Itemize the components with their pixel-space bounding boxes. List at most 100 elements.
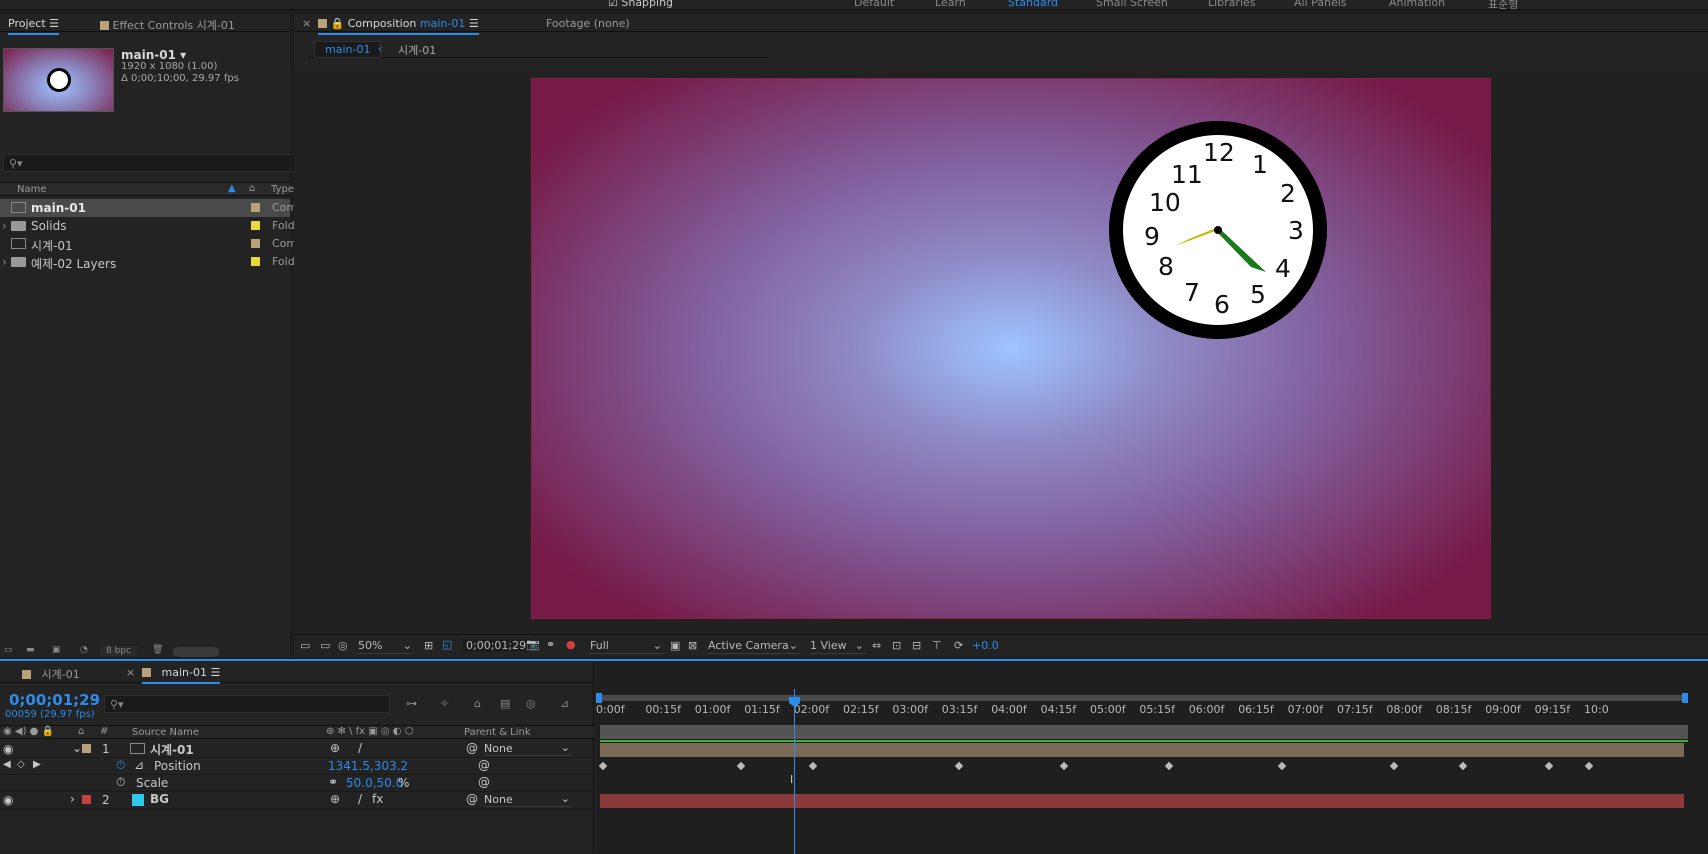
thumbnail-size-slider[interactable] — [173, 647, 219, 657]
composition-canvas[interactable]: 12 1 2 3 4 5 6 7 8 9 10 11 — [531, 78, 1491, 619]
visibility-eye-icon[interactable]: ◉ — [3, 742, 13, 756]
workspace-standard[interactable]: Standard — [1008, 0, 1058, 9]
bit-depth-button[interactable]: 8 bpc — [100, 646, 137, 656]
layer-name[interactable]: BG — [150, 792, 169, 806]
always-preview-icon[interactable]: ▭ — [300, 639, 310, 652]
fit-icon[interactable]: ⊞ — [424, 639, 433, 652]
timeline-current-time[interactable]: 0;00;01;29 — [9, 691, 100, 709]
graph-editor-icon[interactable]: ⊿ — [560, 697, 569, 710]
exposure-value[interactable]: +0.0 — [972, 639, 999, 652]
mask-visibility-icon[interactable]: ◎ — [338, 639, 348, 652]
effects-fx-icon[interactable]: fx — [372, 792, 383, 806]
layer-row-2[interactable]: ◉ › 2 BG ⊕ / fx @ None ⌄ — [0, 792, 594, 809]
workspace-small-screen[interactable]: Small Screen — [1096, 0, 1168, 9]
constrain-proportions-icon[interactable]: ⚭ — [328, 775, 338, 789]
keyframe[interactable] — [1164, 761, 1174, 771]
transparency-grid-icon[interactable]: ◱ — [442, 638, 452, 651]
next-keyframe-icon[interactable]: ▶ — [33, 759, 41, 770]
expand-arrow-icon[interactable]: › — [2, 255, 7, 269]
stopwatch-icon[interactable]: ⏱ — [116, 758, 125, 773]
project-item-solids[interactable]: › Solids Fold — [0, 217, 294, 235]
composition-viewer[interactable]: 12 1 2 3 4 5 6 7 8 9 10 11 — [294, 66, 1708, 634]
layer-bar-2[interactable] — [600, 794, 1684, 808]
label-color-swatch[interactable] — [251, 257, 260, 266]
pickwhip-icon[interactable]: @ — [478, 775, 490, 789]
panel-menu-icon[interactable]: ☰ — [49, 17, 59, 30]
frame-blending-icon[interactable]: ▤ — [500, 697, 510, 710]
close-tab-icon[interactable]: × — [126, 666, 135, 679]
close-tab-icon[interactable]: × — [302, 17, 311, 30]
panel-menu-icon[interactable]: ☰ — [210, 666, 220, 679]
show-snapshot-icon[interactable]: ⚭ — [546, 638, 555, 651]
motion-blur-icon[interactable]: ◎ — [526, 697, 536, 710]
prev-keyframe-icon[interactable]: ◀ — [3, 759, 11, 770]
project-search-input[interactable]: ⚲▾ — [3, 154, 309, 172]
zoom-dropdown[interactable]: 50% ⌄ — [358, 639, 414, 654]
current-time-indicator[interactable] — [794, 689, 795, 854]
reset-exposure-icon[interactable]: ⟳ — [954, 639, 963, 652]
tab-timeline-main-01[interactable]: main-01 ☰ — [142, 666, 221, 684]
time-ruler[interactable]: 0:00f 00:15f 01:00f 01:15f 02:00f 02:15f 03:00… — [596, 661, 1708, 721]
pickwhip-icon[interactable]: @ — [466, 792, 478, 806]
snapping-checkbox[interactable]: ☑ Snapping — [608, 0, 673, 9]
sort-ascending-icon[interactable]: ▲ — [228, 183, 236, 194]
pickwhip-icon[interactable]: @ — [466, 741, 478, 755]
column-source-name[interactable]: Source Name — [132, 727, 199, 738]
column-parent-link[interactable]: Parent & Link — [464, 727, 531, 738]
label-color-swatch[interactable] — [251, 203, 260, 212]
property-row-position[interactable]: ◀ ◇ ▶ ⏱ ⊿ Position 1341.5,303.2 @ — [0, 758, 594, 775]
layer-row-1[interactable]: ◉ ⌄ 1 시계-01 ⊕ / @ None ⌄ — [0, 741, 594, 758]
property-row-scale[interactable]: ⏱ Scale ⚭ 50.0,50.0 % @ — [0, 775, 594, 792]
layer-name[interactable]: 시계-01 — [150, 741, 194, 758]
selected-item-name[interactable]: main-01 ▾ — [121, 48, 186, 62]
keyframe[interactable] — [1059, 761, 1069, 771]
color-channels-icon[interactable]: ● — [566, 638, 576, 651]
workspace-default[interactable]: Default — [854, 0, 894, 9]
label-tag-icon[interactable]: ⌂ — [249, 183, 255, 194]
region-of-interest-icon[interactable]: ▣ — [670, 639, 680, 652]
workspace-all-panels[interactable]: All Panels — [1294, 0, 1347, 9]
tab-effect-controls[interactable]: Effect Controls 시계-01 — [100, 17, 235, 33]
view-layout-dropdown[interactable]: 1 View ⌄ — [810, 639, 866, 654]
project-settings-icon[interactable]: ◔ — [80, 645, 88, 655]
add-keyframe-icon[interactable]: ◇ — [17, 759, 25, 770]
stopwatch-icon[interactable]: ⏱ — [116, 775, 125, 790]
keyframe[interactable] — [1277, 761, 1287, 771]
keyframe[interactable] — [1389, 761, 1399, 771]
tab-timeline-clock-01[interactable]: 시계-01 — [22, 666, 80, 682]
label-color-swatch[interactable] — [251, 221, 260, 230]
timeline-icon[interactable]: ⊟ — [912, 639, 921, 652]
column-name[interactable]: Name — [17, 184, 47, 195]
workspace-learn[interactable]: Learn — [935, 0, 966, 9]
flowchart-icon[interactable]: ⊤ — [932, 639, 942, 652]
tab-project[interactable]: Project ☰ — [8, 17, 60, 35]
interpret-footage-icon[interactable]: ▭ — [4, 645, 13, 655]
new-folder-icon[interactable]: ▬ — [26, 645, 35, 655]
workspace-libraries[interactable]: Libraries — [1208, 0, 1256, 9]
tab-footage[interactable]: Footage (none) — [546, 17, 630, 30]
keyframe[interactable] — [1458, 761, 1468, 771]
project-item-layers-folder[interactable]: › 예제-02 Layers Fold — [0, 253, 294, 271]
clock-layer[interactable]: 12 1 2 3 4 5 6 7 8 9 10 11 — [1109, 121, 1327, 339]
workspace-animation[interactable]: Animation — [1389, 0, 1445, 9]
new-composition-icon[interactable]: ▣ — [52, 645, 61, 655]
keyframe[interactable] — [808, 761, 818, 771]
graph-icon[interactable]: ⊿ — [134, 758, 144, 772]
project-item-clock-01[interactable]: 시계-01 Com — [0, 235, 294, 253]
tab-composition[interactable]: 🔒 Composition main-01 ☰ — [318, 17, 479, 35]
keyframe[interactable] — [1544, 761, 1554, 771]
lock-icon[interactable]: 🔒 — [331, 17, 345, 30]
collapse-arrow-icon[interactable]: ⌄ — [72, 741, 82, 755]
expand-arrow-icon[interactable]: › — [70, 792, 75, 806]
column-type[interactable]: Type — [271, 184, 294, 195]
expand-arrow-icon[interactable]: › — [2, 219, 7, 233]
parent-dropdown[interactable]: None ⌄ — [484, 792, 572, 807]
toggle-transparency-icon[interactable]: ⊠ — [688, 639, 697, 652]
current-time-display[interactable]: 0;00;01;29 — [462, 639, 531, 652]
layer-bar-1[interactable] — [600, 743, 1684, 757]
project-item-main-01[interactable]: main-01 Com — [0, 199, 294, 217]
keyframe[interactable] — [954, 761, 964, 771]
quality-switch-icon[interactable]: / — [358, 741, 362, 755]
monitor-icon[interactable]: ▭ — [320, 639, 330, 652]
pixel-aspect-icon[interactable]: ⇔ — [872, 639, 881, 652]
